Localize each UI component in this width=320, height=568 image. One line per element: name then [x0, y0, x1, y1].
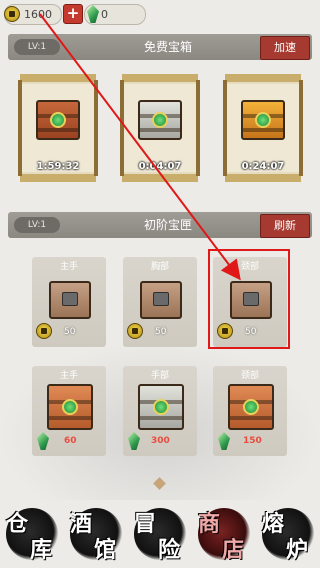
refresh-button[interactable]: 刷新 — [260, 214, 310, 238]
nav-char: 库 — [30, 537, 53, 563]
gem-icon — [87, 5, 99, 23]
shop-card-mainhand[interactable]: 主手 50 — [32, 257, 106, 347]
currency-bar: 1600 + 0 — [0, 0, 320, 28]
price-label: 300 — [151, 436, 170, 446]
card-name: 主手 — [59, 371, 78, 381]
nav-tavern[interactable]: 酒 馆 — [64, 500, 128, 568]
box-header: LV:1 初阶宝匣 刷新 — [8, 212, 312, 238]
box-level-badge: LV:1 — [14, 217, 60, 233]
nav-char: 险 — [158, 537, 181, 563]
chest-timer: 1:59:32 — [36, 161, 80, 172]
stone-chest-icon — [138, 100, 182, 140]
price-label: 150 — [243, 436, 262, 446]
box-icon — [138, 384, 184, 430]
nav-warehouse[interactable]: 仓 库 — [0, 500, 64, 568]
speed-up-button[interactable]: 加速 — [260, 36, 310, 60]
gold-counter: 1600 — [4, 4, 62, 25]
bottom-nav: 仓 库 酒 馆 冒 险 商 店 熔 炉 — [0, 500, 320, 568]
shop-card-chest[interactable]: 胸部 50 — [123, 257, 197, 347]
box-icon — [140, 281, 182, 319]
free-chest-title: 免费宝箱 — [143, 40, 192, 54]
gem-amount: 0 — [101, 8, 108, 21]
shop-card-mainhand-gem[interactable]: 主手 60 — [32, 366, 106, 456]
gem-icon — [128, 432, 140, 450]
plus-icon: + — [66, 4, 80, 22]
nav-char: 炉 — [286, 537, 309, 563]
shop-card-hand-gem[interactable]: 手部 300 — [123, 366, 197, 456]
nav-char: 店 — [222, 537, 245, 563]
coin-icon — [4, 6, 20, 22]
chest-timer: 0:04:07 — [138, 161, 182, 172]
nav-char: 仓 — [6, 511, 29, 537]
free-chest-slot-3[interactable]: 0:24:07 — [223, 74, 303, 182]
box-icon — [49, 281, 91, 319]
nav-adventure[interactable]: 冒 险 — [128, 500, 192, 568]
card-name: 颈部 — [240, 371, 259, 381]
free-chest-header: LV:1 免费宝箱 加速 — [8, 34, 312, 60]
free-chest-slot-1[interactable]: 1:59:32 — [18, 74, 98, 182]
gem-icon — [218, 432, 230, 450]
free-chest-slot-2[interactable]: 0:04:07 — [120, 74, 200, 182]
gold-amount: 1600 — [24, 8, 52, 21]
coin-icon — [36, 323, 52, 339]
card-name: 手部 — [150, 371, 169, 381]
box-icon — [47, 384, 93, 430]
card-name: 胸部 — [150, 262, 169, 272]
gem-counter: 0 — [84, 4, 146, 25]
nav-shop[interactable]: 商 店 — [192, 500, 256, 568]
card-name: 主手 — [59, 262, 78, 272]
price-label: 60 — [64, 436, 77, 446]
coin-icon — [127, 323, 143, 339]
free-level-badge: LV:1 — [14, 39, 60, 55]
nav-char: 馆 — [94, 537, 117, 563]
wood-chest-icon — [36, 100, 80, 140]
gold-chest-icon — [241, 100, 285, 140]
nav-char: 熔 — [262, 511, 285, 537]
price-label: 50 — [155, 327, 167, 337]
nav-char: 冒 — [134, 511, 157, 537]
nav-char: 酒 — [70, 511, 93, 537]
free-chest-section: LV:1 免费宝箱 加速 1:59:32 0:04:07 0:24:07 — [0, 34, 320, 194]
box-icon — [228, 384, 274, 430]
chest-timer: 0:24:07 — [241, 161, 285, 172]
shop-card-neck-gem[interactable]: 颈部 150 — [213, 366, 287, 456]
box-title: 初阶宝匣 — [143, 218, 192, 232]
gem-icon — [37, 432, 49, 450]
nav-char: 商 — [198, 511, 221, 537]
highlight-box — [208, 249, 290, 349]
add-currency-button[interactable]: + — [63, 4, 83, 24]
price-label: 50 — [64, 327, 76, 337]
nav-forge[interactable]: 熔 炉 — [256, 500, 320, 568]
